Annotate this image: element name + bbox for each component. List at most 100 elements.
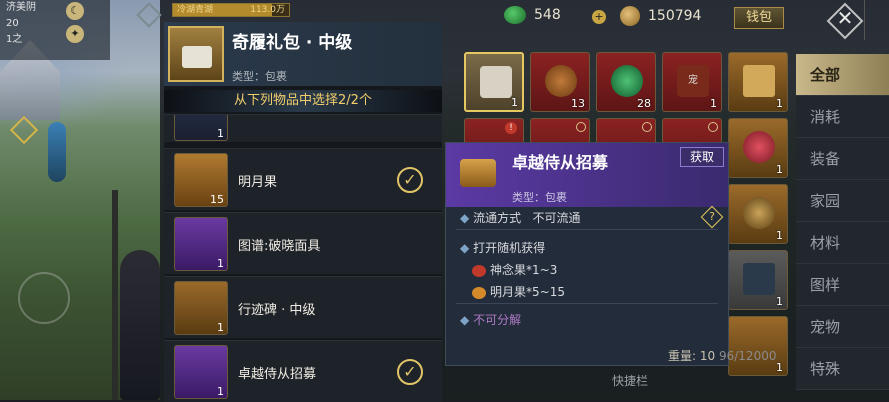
random-header: ◆ 打开随机获得 — [460, 239, 545, 256]
inventory-slot[interactable]: 宠 1 — [662, 52, 722, 112]
item-art — [743, 131, 775, 163]
item-qty: 1 — [511, 96, 518, 109]
fruit-icon: 15 — [174, 153, 228, 207]
select-banner: 从下列物品中选择2/2个 — [164, 90, 442, 112]
shennian-fruit-icon — [472, 264, 486, 277]
tab-pets[interactable]: 宠物 — [796, 306, 889, 348]
gift-box-icon — [168, 26, 224, 82]
tab-home[interactable]: 家园 — [796, 180, 889, 222]
gift-title: 奇履礼包 · 中级 — [232, 33, 353, 53]
gift-header: 奇履礼包 · 中级 类型：包裹 — [164, 22, 442, 86]
tab-materials[interactable]: 材料 — [796, 222, 889, 264]
inventory-slot[interactable]: 1 — [728, 118, 788, 178]
tab-all[interactable]: 全部 — [796, 54, 889, 96]
stele-icon: 1 — [174, 281, 228, 335]
inventory-slot[interactable]: 1 — [728, 316, 788, 376]
item-art — [743, 197, 775, 229]
list-item[interactable]: 1 图谱:破晓面具 — [164, 212, 442, 274]
status-hud: 济美阴 20 1之 ☾ ✦ — [0, 0, 110, 60]
get-button[interactable]: 获取 — [680, 147, 724, 167]
item-qty: 1 — [217, 257, 224, 270]
check-icon[interactable]: ✓ — [397, 167, 423, 193]
unsalvageable-line: ◆ 不可分解 — [460, 311, 521, 328]
alert-badge: ! — [505, 122, 517, 134]
reward-text: 明月果*5~15 — [490, 285, 565, 299]
item-name: 图谱:破晓面具 — [238, 239, 321, 254]
tab-equipment[interactable]: 装备 — [796, 138, 889, 180]
tooltip-title: 卓越侍从招募 — [512, 153, 609, 172]
close-button[interactable]: ✕ — [826, 2, 864, 40]
list-item[interactable]: 1 行迹碑 · 中级 — [164, 276, 442, 338]
unsalvageable-text: 不可分解 — [473, 313, 522, 327]
item-qty: 15 — [210, 193, 224, 206]
item-art — [743, 263, 775, 295]
weight-label: 重量: — [668, 349, 697, 363]
lock-icon — [642, 122, 652, 132]
close-icon: ✕ — [836, 6, 854, 30]
item-icon: 1 — [174, 115, 228, 141]
inventory-slot[interactable]: 1 — [728, 52, 788, 112]
chest-icon: 1 — [174, 345, 228, 399]
item-qty: 28 — [637, 97, 651, 110]
hud-line: 20 — [6, 18, 19, 29]
check-icon[interactable]: ✓ — [397, 359, 423, 385]
target-progress-bar: 冷湖青湖 113.0万 — [172, 3, 290, 17]
list-item[interactable]: 1 卓越侍从招募 ✓ — [164, 340, 442, 402]
inventory-slot[interactable]: 1 — [728, 250, 788, 310]
inventory-slot[interactable]: 28 — [596, 52, 656, 112]
item-qty: 1 — [776, 163, 783, 176]
circulation-value: 不可流通 — [532, 211, 581, 225]
list-item-partial[interactable]: 1 — [164, 114, 442, 142]
tooltip-type: 类型：包裹 — [512, 191, 567, 204]
inventory-slot[interactable]: 13 — [530, 52, 590, 112]
item-qty: 1 — [217, 127, 224, 140]
reward-line: 神念果*1~3 — [472, 261, 557, 278]
lock-icon — [708, 122, 718, 132]
item-art — [545, 65, 577, 97]
weight-readout: 重量: 10 96/12000 — [668, 347, 776, 364]
player-character — [120, 250, 160, 400]
inventory-slot[interactable]: 1 — [464, 52, 524, 112]
item-art — [480, 66, 512, 98]
random-header-text: 打开随机获得 — [473, 241, 546, 255]
category-tabs: 全部 消耗 装备 家园 材料 图样 宠物 特殊 — [796, 54, 889, 400]
inventory-slot[interactable]: 1 — [728, 184, 788, 244]
gift-selection-panel: 奇履礼包 · 中级 类型：包裹 从下列物品中选择2/2个 1 15 明月果 ✓ … — [164, 22, 442, 402]
circulation-line: ◆ 流通方式 不可流通 — [460, 209, 581, 226]
item-name: 行迹碑 · 中级 — [238, 303, 316, 318]
reward-text: 神念果*1~3 — [490, 263, 558, 277]
item-qty: 1 — [217, 321, 224, 334]
target-amount: 113.0万 — [250, 5, 285, 15]
list-item[interactable]: 15 明月果 ✓ — [164, 148, 442, 210]
hud-line: 1之 — [6, 34, 23, 45]
add-currency-button[interactable]: + — [592, 10, 606, 24]
divider — [456, 229, 718, 230]
help-glyph: ? — [709, 210, 715, 223]
help-icon[interactable]: ? — [700, 205, 724, 229]
bullet-icon: ◆ — [460, 241, 470, 255]
bullet-icon: ◆ — [460, 313, 470, 327]
joystick-ring[interactable] — [18, 272, 70, 324]
tab-consumables[interactable]: 消耗 — [796, 96, 889, 138]
item-qty: 1 — [776, 97, 783, 110]
divider — [456, 303, 718, 304]
item-art — [743, 65, 775, 97]
item-qty: 1 — [776, 361, 783, 374]
item-name: 卓越侍从招募 — [238, 367, 317, 382]
moon-icon[interactable]: ☾ — [66, 2, 84, 20]
rune-art: 宠 — [677, 65, 709, 97]
shortcut-bar-label[interactable]: 快捷栏 — [560, 372, 700, 389]
bullet-icon: ◆ — [460, 211, 470, 225]
item-qty: 1 — [776, 229, 783, 242]
coin-icon — [620, 6, 640, 26]
treasure-chest-icon — [456, 151, 500, 195]
wallet-button[interactable]: 钱包 — [734, 7, 784, 29]
item-qty: 1 — [776, 295, 783, 308]
item-name: 明月果 — [238, 175, 278, 190]
item-qty: 13 — [571, 97, 585, 110]
tab-special[interactable]: 特殊 — [796, 348, 889, 390]
jade-value: 548 — [534, 7, 561, 23]
item-qty: 1 — [217, 385, 224, 398]
buff-icon[interactable]: ✦ — [66, 25, 84, 43]
tab-patterns[interactable]: 图样 — [796, 264, 889, 306]
